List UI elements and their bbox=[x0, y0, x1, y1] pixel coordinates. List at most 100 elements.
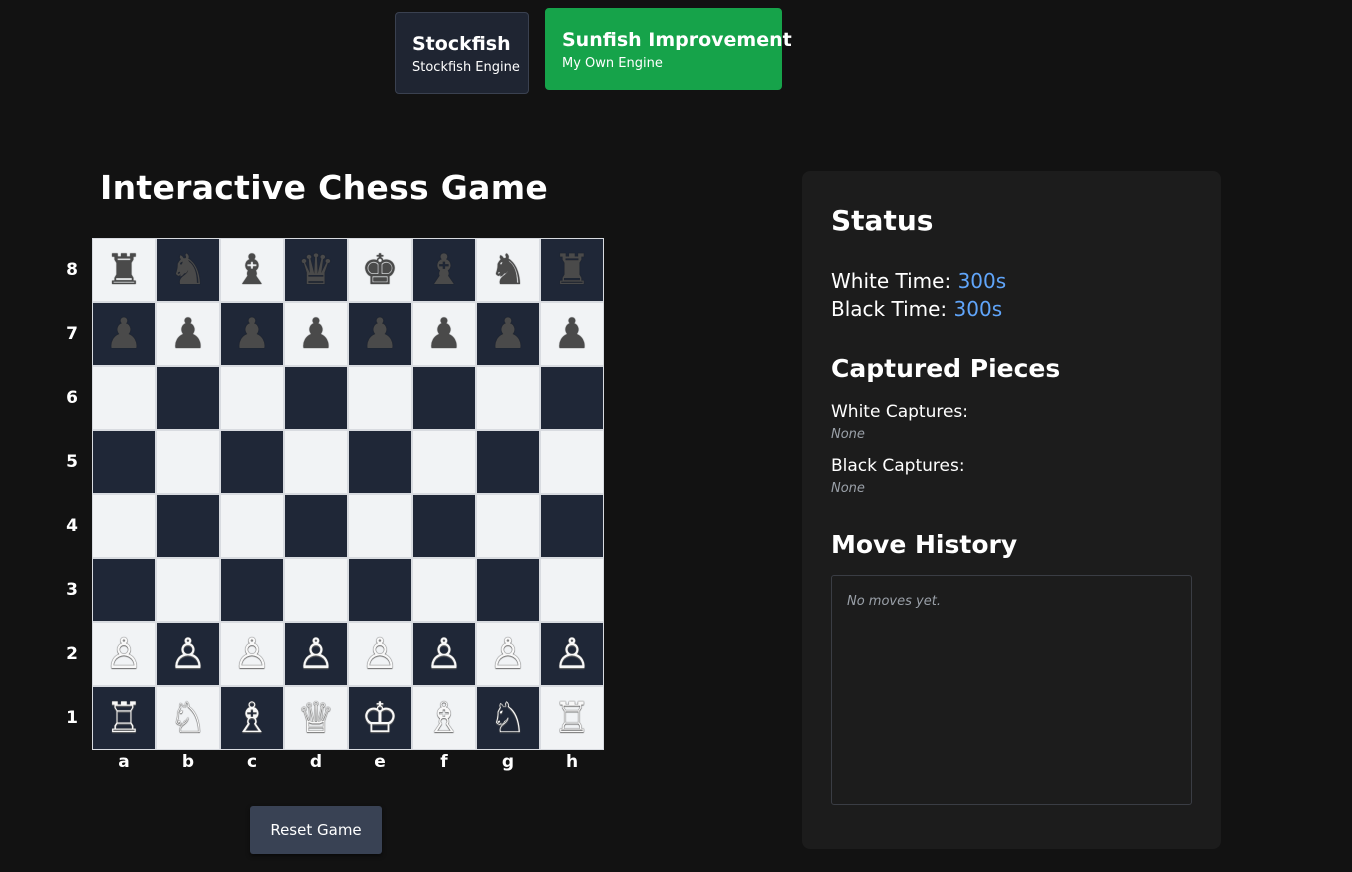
square-d6[interactable] bbox=[284, 366, 348, 430]
square-b1[interactable]: ♘ bbox=[156, 686, 220, 750]
square-a3[interactable] bbox=[92, 558, 156, 622]
chess-piece[interactable]: ♝ bbox=[425, 249, 463, 291]
chess-piece[interactable]: ♙ bbox=[553, 633, 591, 675]
square-h7[interactable]: ♟ bbox=[540, 302, 604, 366]
square-f2[interactable]: ♙ bbox=[412, 622, 476, 686]
square-h5[interactable] bbox=[540, 430, 604, 494]
square-g2[interactable]: ♙ bbox=[476, 622, 540, 686]
square-d1[interactable]: ♕ bbox=[284, 686, 348, 750]
move-history-list[interactable]: No moves yet. bbox=[831, 575, 1192, 805]
square-b2[interactable]: ♙ bbox=[156, 622, 220, 686]
square-c3[interactable] bbox=[220, 558, 284, 622]
square-g1[interactable]: ♘ bbox=[476, 686, 540, 750]
chess-piece[interactable]: ♔ bbox=[361, 697, 399, 739]
chess-piece[interactable]: ♖ bbox=[105, 697, 143, 739]
square-c7[interactable]: ♟ bbox=[220, 302, 284, 366]
chess-piece[interactable]: ♙ bbox=[105, 633, 143, 675]
square-d5[interactable] bbox=[284, 430, 348, 494]
square-d4[interactable] bbox=[284, 494, 348, 558]
square-a4[interactable] bbox=[92, 494, 156, 558]
square-g8[interactable]: ♞ bbox=[476, 238, 540, 302]
chess-piece[interactable]: ♕ bbox=[297, 697, 335, 739]
square-c4[interactable] bbox=[220, 494, 284, 558]
chess-piece[interactable]: ♟ bbox=[553, 313, 591, 355]
chess-piece[interactable]: ♙ bbox=[169, 633, 207, 675]
square-c5[interactable] bbox=[220, 430, 284, 494]
square-h8[interactable]: ♜ bbox=[540, 238, 604, 302]
chess-piece[interactable]: ♞ bbox=[489, 249, 527, 291]
chess-piece[interactable]: ♟ bbox=[425, 313, 463, 355]
square-g6[interactable] bbox=[476, 366, 540, 430]
square-f4[interactable] bbox=[412, 494, 476, 558]
chess-piece[interactable]: ♟ bbox=[233, 313, 271, 355]
chess-piece[interactable]: ♗ bbox=[425, 697, 463, 739]
chess-piece[interactable]: ♜ bbox=[105, 249, 143, 291]
square-h4[interactable] bbox=[540, 494, 604, 558]
square-b3[interactable] bbox=[156, 558, 220, 622]
chess-piece[interactable]: ♞ bbox=[169, 249, 207, 291]
square-e4[interactable] bbox=[348, 494, 412, 558]
square-d7[interactable]: ♟ bbox=[284, 302, 348, 366]
engine-button-sunfish[interactable]: Sunfish Improvement My Own Engine bbox=[545, 8, 792, 90]
square-f5[interactable] bbox=[412, 430, 476, 494]
square-f8[interactable]: ♝ bbox=[412, 238, 476, 302]
square-d3[interactable] bbox=[284, 558, 348, 622]
square-a7[interactable]: ♟ bbox=[92, 302, 156, 366]
square-f3[interactable] bbox=[412, 558, 476, 622]
chess-piece[interactable]: ♟ bbox=[361, 313, 399, 355]
chess-piece[interactable]: ♚ bbox=[361, 249, 399, 291]
square-e2[interactable]: ♙ bbox=[348, 622, 412, 686]
chess-piece[interactable]: ♟ bbox=[297, 313, 335, 355]
square-e8[interactable]: ♚ bbox=[348, 238, 412, 302]
chess-piece[interactable]: ♙ bbox=[233, 633, 271, 675]
chess-piece[interactable]: ♙ bbox=[297, 633, 335, 675]
square-b7[interactable]: ♟ bbox=[156, 302, 220, 366]
square-a5[interactable] bbox=[92, 430, 156, 494]
square-g4[interactable] bbox=[476, 494, 540, 558]
square-e7[interactable]: ♟ bbox=[348, 302, 412, 366]
square-a6[interactable] bbox=[92, 366, 156, 430]
square-g5[interactable] bbox=[476, 430, 540, 494]
chess-piece[interactable]: ♛ bbox=[297, 249, 335, 291]
square-a8[interactable]: ♜ bbox=[92, 238, 156, 302]
chess-piece[interactable]: ♗ bbox=[233, 697, 271, 739]
square-b5[interactable] bbox=[156, 430, 220, 494]
square-h1[interactable]: ♖ bbox=[540, 686, 604, 750]
square-g3[interactable] bbox=[476, 558, 540, 622]
chess-piece[interactable]: ♘ bbox=[489, 697, 527, 739]
chess-piece[interactable]: ♟ bbox=[489, 313, 527, 355]
chess-piece[interactable]: ♘ bbox=[169, 697, 207, 739]
reset-game-button[interactable]: Reset Game bbox=[250, 806, 382, 854]
square-d2[interactable]: ♙ bbox=[284, 622, 348, 686]
chess-piece[interactable]: ♟ bbox=[169, 313, 207, 355]
square-e6[interactable] bbox=[348, 366, 412, 430]
square-a2[interactable]: ♙ bbox=[92, 622, 156, 686]
square-f6[interactable] bbox=[412, 366, 476, 430]
square-h2[interactable]: ♙ bbox=[540, 622, 604, 686]
chess-piece[interactable]: ♙ bbox=[361, 633, 399, 675]
square-b8[interactable]: ♞ bbox=[156, 238, 220, 302]
square-h3[interactable] bbox=[540, 558, 604, 622]
square-c1[interactable]: ♗ bbox=[220, 686, 284, 750]
square-e1[interactable]: ♔ bbox=[348, 686, 412, 750]
square-b6[interactable] bbox=[156, 366, 220, 430]
square-d8[interactable]: ♛ bbox=[284, 238, 348, 302]
chess-piece[interactable]: ♜ bbox=[553, 249, 591, 291]
chess-piece[interactable]: ♙ bbox=[425, 633, 463, 675]
square-c8[interactable]: ♝ bbox=[220, 238, 284, 302]
square-e3[interactable] bbox=[348, 558, 412, 622]
engine-button-stockfish[interactable]: Stockfish Stockfish Engine bbox=[395, 12, 529, 94]
chess-piece[interactable]: ♙ bbox=[489, 633, 527, 675]
square-c6[interactable] bbox=[220, 366, 284, 430]
chess-piece[interactable]: ♖ bbox=[553, 697, 591, 739]
square-g7[interactable]: ♟ bbox=[476, 302, 540, 366]
square-e5[interactable] bbox=[348, 430, 412, 494]
square-f7[interactable]: ♟ bbox=[412, 302, 476, 366]
square-f1[interactable]: ♗ bbox=[412, 686, 476, 750]
chess-piece[interactable]: ♝ bbox=[233, 249, 271, 291]
square-b4[interactable] bbox=[156, 494, 220, 558]
square-c2[interactable]: ♙ bbox=[220, 622, 284, 686]
chess-piece[interactable]: ♟ bbox=[105, 313, 143, 355]
square-h6[interactable] bbox=[540, 366, 604, 430]
square-a1[interactable]: ♖ bbox=[92, 686, 156, 750]
